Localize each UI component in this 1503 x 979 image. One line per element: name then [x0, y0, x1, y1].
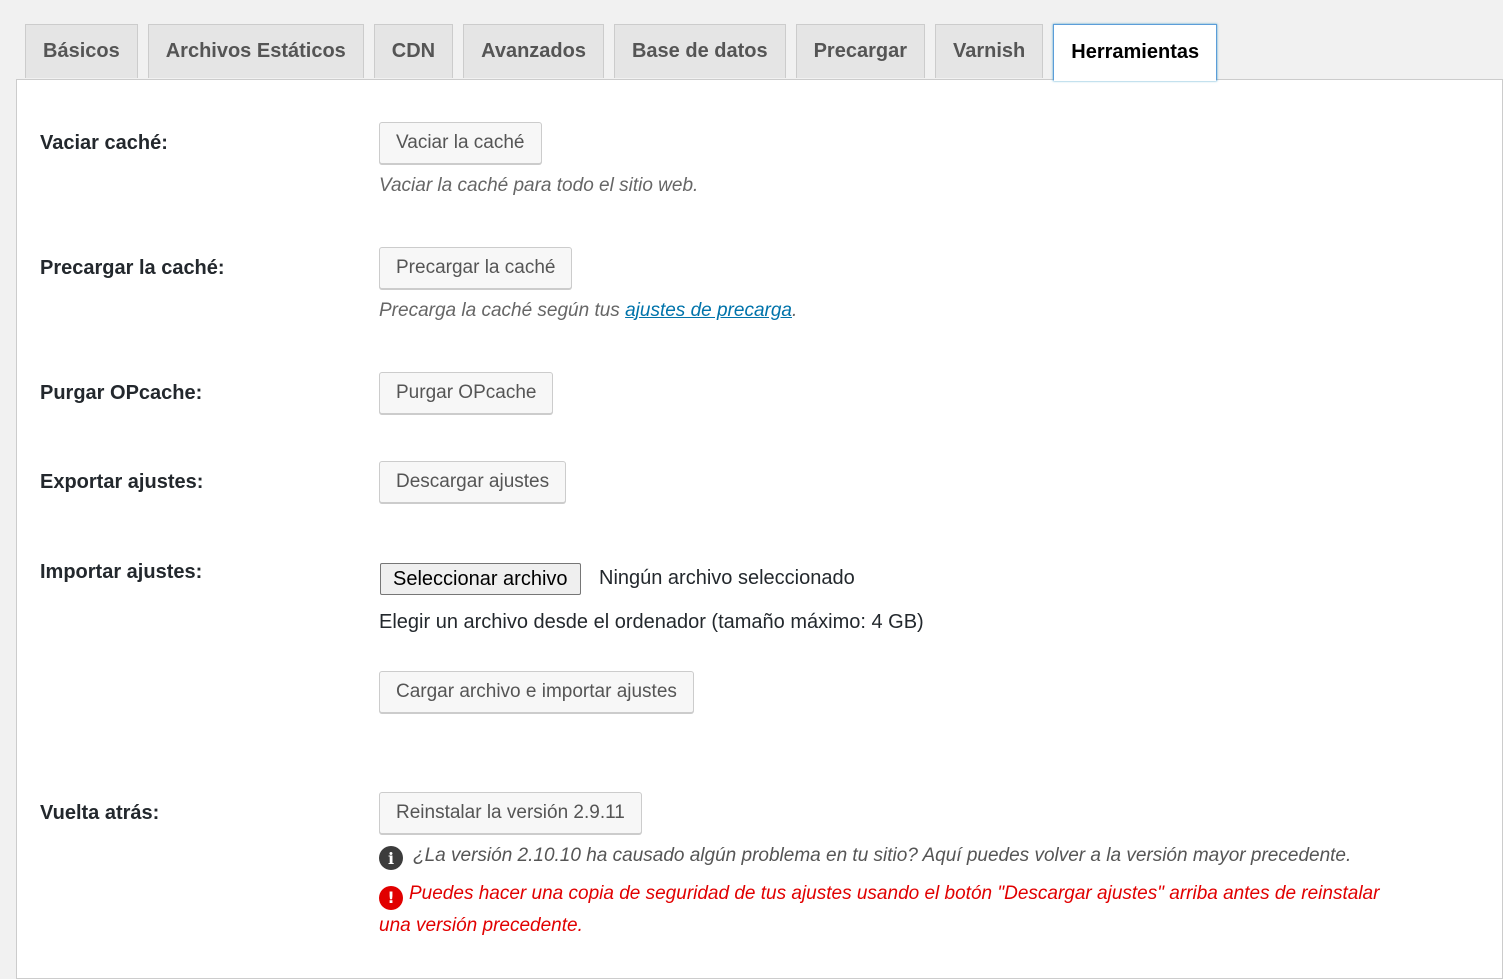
reinstall-version-button[interactable]: Reinstalar la versión 2.9.11 — [379, 792, 642, 834]
select-file-button[interactable]: Seleccionar archivo — [380, 563, 581, 595]
rollback-info-notice: i ¿La versión 2.10.10 ha causado algún p… — [379, 845, 1351, 870]
preload-cache-description: Precarga la caché según tus ajustes de p… — [379, 300, 797, 322]
preload-cache-label: Precargar la caché: — [40, 257, 225, 279]
tab-precargar[interactable]: Precargar — [795, 24, 925, 78]
export-settings-label: Exportar ajustes: — [40, 471, 204, 493]
tools-panel — [16, 79, 1503, 979]
clear-cache-description: Vaciar la caché para todo el sitio web. — [379, 175, 699, 196]
purge-opcache-button[interactable]: Purgar OPcache — [379, 372, 554, 414]
tab-avanzados[interactable]: Avanzados — [463, 24, 604, 78]
clear-cache-label: Vaciar caché: — [40, 132, 168, 154]
import-hint: Elegir un archivo desde el ordenador (ta… — [379, 611, 924, 633]
tab-archivos-estaticos[interactable]: Archivos Estáticos — [147, 24, 364, 78]
rollback-warning-notice: ! Puedes hacer una copia de seguridad de … — [379, 878, 1389, 941]
tab-base-de-datos[interactable]: Base de datos — [613, 24, 786, 78]
rollback-label: Vuelta atrás: — [40, 802, 160, 824]
info-icon: i — [379, 846, 403, 870]
tab-varnish[interactable]: Varnish — [935, 24, 1044, 78]
preload-cache-button[interactable]: Precargar la caché — [379, 247, 573, 289]
clear-cache-button[interactable]: Vaciar la caché — [379, 122, 542, 164]
purge-opcache-label: Purgar OPcache: — [40, 382, 203, 404]
file-status-text: Ningún archivo seleccionado — [599, 567, 855, 589]
preload-description-suffix: . — [791, 300, 798, 321]
warning-icon: ! — [379, 885, 403, 910]
tab-basicos[interactable]: Básicos — [25, 24, 138, 78]
tab-herramientas[interactable]: Herramientas — [1053, 24, 1218, 81]
preload-description-prefix: Precarga la caché según tus — [379, 300, 626, 321]
download-settings-button[interactable]: Descargar ajustes — [379, 461, 567, 503]
preload-settings-link[interactable]: ajustes de precarga — [625, 300, 792, 321]
upload-import-button[interactable]: Cargar archivo e importar ajustes — [379, 671, 694, 713]
rollback-warning-text: Puedes hacer una copia de seguridad de t… — [379, 883, 1380, 936]
rollback-info-text: ¿La versión 2.10.10 ha causado algún pro… — [413, 845, 1352, 866]
import-settings-label: Importar ajustes: — [40, 561, 203, 583]
tab-cdn[interactable]: CDN — [373, 24, 454, 78]
settings-tabs: Básicos Archivos Estáticos CDN Avanzados… — [25, 24, 1218, 81]
